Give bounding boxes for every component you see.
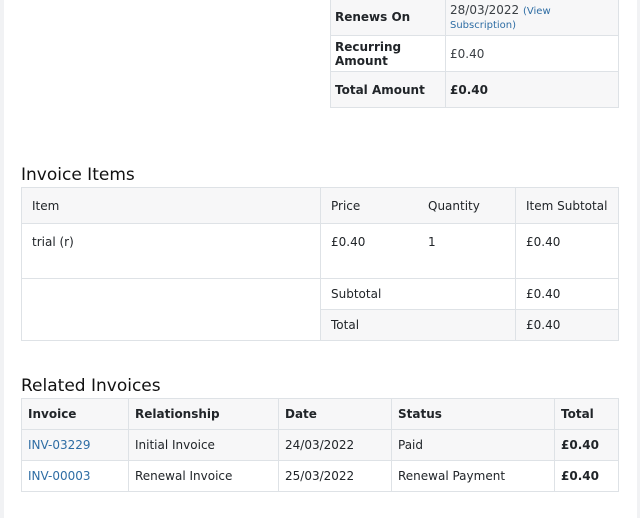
total-value: £0.40 (515, 309, 619, 341)
total-cell: £0.40 (554, 460, 619, 492)
subtotal-label: Subtotal (320, 278, 516, 310)
left-panel-edge (0, 0, 4, 518)
summary-row-renews-on: Renews On 28/03/2022 (View Subscription) (330, 0, 619, 36)
summary-value: £0.40 (445, 35, 619, 72)
summary-label: Recurring Amount (330, 35, 446, 72)
invoice-page: Renews On 28/03/2022 (View Subscription)… (0, 0, 640, 518)
invoice-summary-table: Renews On 28/03/2022 (View Subscription)… (330, 0, 619, 108)
item-name: trial (r) (21, 223, 321, 279)
invoice-items-table: Item Price Quantity Item Subtotal trial … (21, 187, 619, 341)
summary-value: £0.40 (445, 71, 619, 108)
column-header: Date (278, 398, 392, 430)
date-cell: 25/03/2022 (278, 460, 392, 492)
table-row: INV-00003 Renewal Invoice 25/03/2022 Ren… (21, 460, 619, 492)
summary-label: Renews On (330, 0, 446, 36)
summary-label: Total Amount (330, 71, 446, 108)
empty-cell (21, 278, 321, 341)
table-header: Item Price Quantity Item Subtotal (21, 187, 619, 224)
item-subtotal: £0.40 (515, 223, 619, 279)
relationship-cell: Initial Invoice (128, 429, 279, 461)
column-header: Item (21, 187, 321, 224)
table-row: INV-03229 Initial Invoice 24/03/2022 Pai… (21, 429, 619, 461)
invoice-link[interactable]: INV-03229 (21, 429, 129, 461)
column-header: Status (391, 398, 555, 430)
relationship-cell: Renewal Invoice (128, 460, 279, 492)
item-price: £0.40 (320, 223, 418, 279)
table-row: trial (r) £0.40 1 £0.40 (21, 223, 619, 279)
column-header: Invoice (21, 398, 129, 430)
total-label: Total (320, 309, 516, 341)
summary-value: 28/03/2022 (View Subscription) (445, 0, 619, 36)
summary-row-recurring-amount: Recurring Amount £0.40 (330, 35, 619, 72)
column-header: Total (554, 398, 619, 430)
related-invoices-heading: Related Invoices (21, 376, 161, 396)
column-header: Relationship (128, 398, 279, 430)
status-cell: Renewal Payment (391, 460, 555, 492)
subtotal-row: Subtotal £0.40 (21, 278, 619, 341)
subtotal-value: £0.40 (515, 278, 619, 310)
column-header: Price (320, 187, 418, 224)
table-header: Invoice Relationship Date Status Total (21, 398, 619, 430)
total-cell: £0.40 (554, 429, 619, 461)
column-header: Quantity (418, 187, 516, 224)
renews-on-date: 28/03/2022 (450, 2, 520, 17)
related-invoices-table: Invoice Relationship Date Status Total I… (21, 398, 619, 492)
item-quantity: 1 (418, 223, 516, 279)
summary-row-total-amount: Total Amount £0.40 (330, 71, 619, 108)
invoice-items-heading: Invoice Items (21, 165, 135, 185)
column-header: Item Subtotal (515, 187, 619, 224)
date-cell: 24/03/2022 (278, 429, 392, 461)
invoice-link[interactable]: INV-00003 (21, 460, 129, 492)
status-cell: Paid (391, 429, 555, 461)
